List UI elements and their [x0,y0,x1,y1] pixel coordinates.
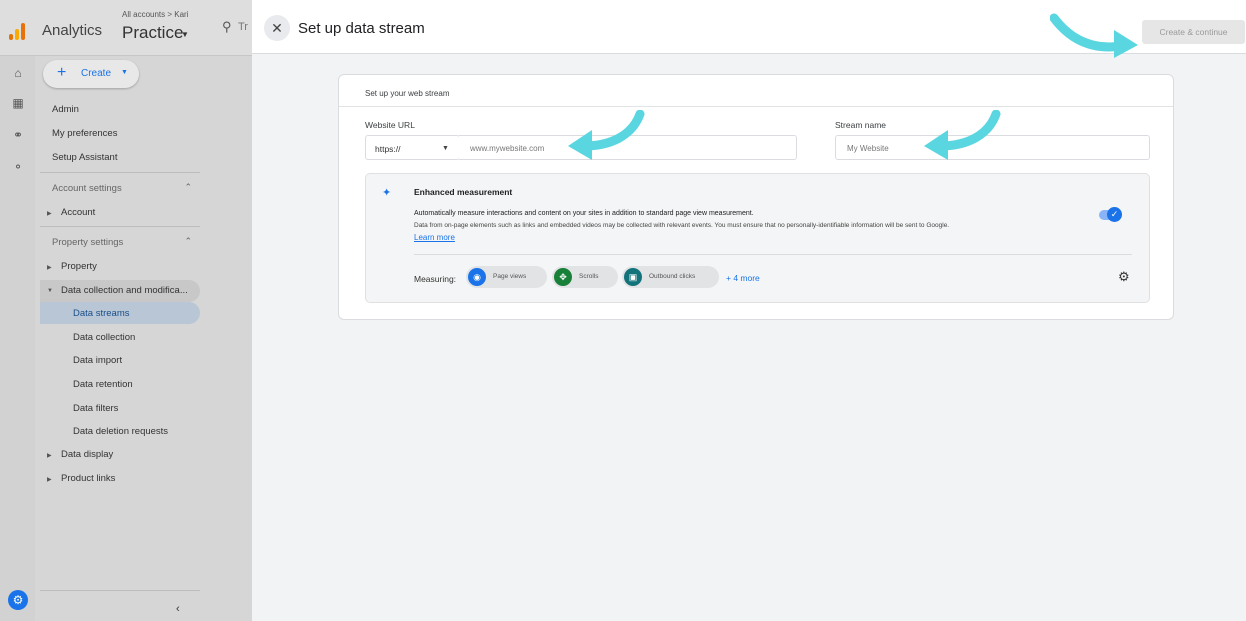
sparkle-icon: ✦ [382,187,392,199]
collapse-sidebar-icon[interactable]: ‹ [176,603,180,615]
caret-down-icon: ▼ [47,288,53,294]
create-button-label: Create [81,68,112,79]
sidebar-item-account[interactable]: Account [61,207,95,218]
sidebar-item-property[interactable]: Property [61,261,97,272]
annotation-arrow-stream-name [924,110,1001,160]
property-selector[interactable]: Practice [122,23,183,43]
learn-more-link[interactable]: Learn more [414,233,455,242]
create-button[interactable]: + Create ▼ [43,60,139,88]
section-label: Property settings [52,237,124,248]
caret-right-icon: ▶ [47,453,52,459]
enhanced-measurement-box: ✦ Enhanced measurement Automatically mea… [365,173,1150,303]
chip-outbound-clicks: ▣ Outbound clicks [622,266,719,288]
stream-name-placeholder: My Website [847,144,889,153]
chip-label: Outbound clicks [649,273,696,280]
chevron-down-icon: ▼ [121,69,128,76]
sidebar-item-data-retention[interactable]: Data retention [73,379,133,390]
caret-right-icon: ▶ [47,265,52,271]
chevron-down-icon: ▼ [442,145,449,152]
divider [40,590,200,591]
annotation-arrow-create-continue [1050,13,1138,58]
search-input[interactable]: Tr [238,21,248,33]
chip-page-views: ◉ Page views [466,266,547,288]
reports-icon[interactable]: ▦ [11,96,25,110]
advertising-icon[interactable]: ⚬ [11,160,25,174]
divider [40,226,200,227]
caret-right-icon: ▶ [47,211,52,217]
analytics-logo-icon [9,22,27,40]
sidebar-item-data-collection-modification[interactable]: Data collection and modifica... [61,285,188,296]
sidebar-item-admin[interactable]: Admin [52,104,79,115]
gear-icon[interactable]: ⚙ [1118,269,1130,285]
section-property-settings[interactable]: Property settings ⌃ [40,230,200,254]
create-and-continue-button[interactable]: Create & continue [1142,20,1245,44]
close-icon[interactable]: ✕ [264,15,290,41]
section-label: Account settings [52,183,122,194]
caret-right-icon: ▶ [47,477,52,483]
setup-data-stream-panel: ✕ Set up data stream Create & continue S… [252,0,1246,621]
eye-icon: ◉ [468,268,486,286]
sidebar-item-data-collection[interactable]: Data collection [73,332,135,343]
sidebar-item-data-display[interactable]: Data display [61,449,113,460]
sidebar-item-data-filters[interactable]: Data filters [73,403,118,414]
enhanced-measurement-note: Data from on-page elements such as links… [414,222,950,229]
chevron-down-icon[interactable]: ▼ [181,30,189,39]
enhanced-measurement-title: Enhanced measurement [414,187,513,197]
check-icon[interactable]: ✓ [1107,207,1122,222]
website-url-label: Website URL [365,120,415,130]
sidebar-item-setup-assistant[interactable]: Setup Assistant [52,152,117,163]
more-measurements-link[interactable]: + 4 more [726,273,760,283]
website-url-placeholder: www.mywebsite.com [470,144,545,153]
admin-gear-icon[interactable]: ⚙ [8,590,28,610]
app-title: Analytics [42,22,103,39]
section-account-settings[interactable]: Account settings ⌃ [40,176,200,200]
protocol-select[interactable]: https:// ▼ [365,135,460,160]
card-header: Set up your web stream [339,75,1173,107]
nav-rail: ⌂ ▦ ⚭ ⚬ [0,56,35,621]
chip-scrolls: ✥ Scrolls [552,266,618,288]
move-arrows-icon: ✥ [554,268,572,286]
stream-name-label: Stream name [835,120,887,130]
divider [414,254,1132,255]
measuring-label: Measuring: [414,274,457,284]
sidebar-item-my-preferences[interactable]: My preferences [52,128,117,139]
protocol-value: https:// [375,144,401,154]
chevron-up-icon: ⌃ [184,182,192,192]
sidebar-item-data-streams[interactable]: Data streams [73,308,130,319]
explore-icon[interactable]: ⚭ [11,128,25,142]
sidebar-item-data-import[interactable]: Data import [73,355,122,366]
web-stream-card: Set up your web stream Website URL https… [338,74,1174,320]
card-header-title: Set up your web stream [365,89,450,98]
home-icon[interactable]: ⌂ [11,66,25,80]
annotation-arrow-website-url [568,110,645,160]
chip-label: Scrolls [579,273,599,280]
enhanced-measurement-description: Automatically measure interactions and c… [414,210,754,217]
chevron-up-icon: ⌃ [184,236,192,246]
sidebar-item-product-links[interactable]: Product links [61,473,115,484]
plus-icon: + [57,64,67,81]
account-breadcrumb[interactable]: All accounts > Kari [122,10,188,19]
divider [40,172,200,173]
sidebar-item-data-deletion-requests[interactable]: Data deletion requests [73,426,168,437]
mouse-pointer-icon: ▣ [624,268,642,286]
panel-title: Set up data stream [298,20,425,37]
search-icon[interactable]: ⚲ [222,19,232,35]
chip-label: Page views [493,273,527,280]
top-bar: Analytics All accounts > Kari Practice ▼… [0,0,252,56]
